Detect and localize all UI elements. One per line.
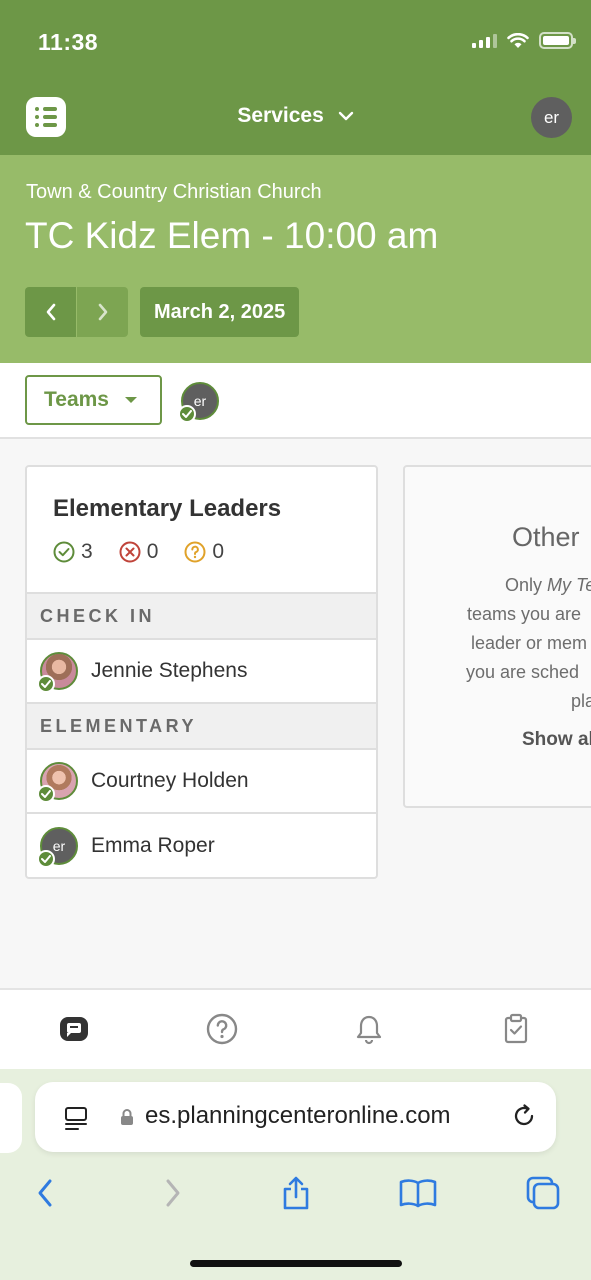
teams-content: Elementary Leaders 3 0 0 CHECK IN Jennie… <box>0 441 591 988</box>
person-avatar <box>37 652 78 693</box>
team-name: Elementary Leaders <box>53 495 282 522</box>
url-text: es.planningcenteronline.com <box>145 1102 451 1129</box>
organization-name: Town & Country Christian Church <box>26 181 322 203</box>
home-indicator <box>190 1260 402 1267</box>
declined-count-value: 0 <box>146 540 159 563</box>
share-button[interactable] <box>276 1173 316 1213</box>
person-name: Jennie Stephens <box>91 659 248 682</box>
page-menu-icon[interactable] <box>62 1104 90 1132</box>
confirmed-count-value: 3 <box>81 540 93 563</box>
confirmed-badge-icon <box>37 850 55 868</box>
lock-icon <box>121 1109 133 1125</box>
person-row[interactable]: er Emma Roper <box>27 814 376 877</box>
tabs-icon <box>526 1176 560 1210</box>
description-line: you are sched <box>466 662 580 682</box>
person-name: Emma Roper <box>91 834 215 857</box>
chevron-down-icon <box>338 112 353 121</box>
chevron-right-icon <box>166 1179 180 1207</box>
share-icon <box>283 1176 309 1210</box>
plan-date-button[interactable]: March 2, 2025 <box>140 287 300 337</box>
pending-count: 0 <box>184 540 224 564</box>
browser-toolbar: es.planningcenteronline.com <box>0 1069 591 1280</box>
description-line: leader or mem <box>471 633 588 653</box>
cellular-signal-icon <box>472 33 497 48</box>
plan-title: TC Kidz Elem - 10:00 am <box>25 215 439 256</box>
status-counts: 3 0 0 <box>53 540 376 564</box>
bottom-tab-bar <box>0 988 591 1069</box>
person-row[interactable]: Jennie Stephens <box>27 640 376 704</box>
filter-user-avatar[interactable]: er <box>178 382 219 423</box>
browser-back-button[interactable] <box>25 1173 65 1213</box>
reload-icon[interactable] <box>510 1102 538 1130</box>
person-name: Courtney Holden <box>91 769 249 792</box>
pending-count-value: 0 <box>212 540 225 563</box>
filter-row: Teams er <box>0 363 591 439</box>
chevron-left-icon <box>46 303 55 321</box>
check-circle-icon <box>53 541 75 563</box>
teams-filter-dropdown[interactable]: Teams <box>25 375 162 425</box>
declined-count: 0 <box>119 540 159 564</box>
chevron-left-icon <box>38 1179 52 1207</box>
bell-icon <box>356 1015 382 1045</box>
caret-down-icon <box>124 397 137 403</box>
book-icon <box>399 1179 437 1208</box>
x-circle-icon <box>119 541 141 563</box>
browser-forward-button[interactable] <box>153 1173 193 1213</box>
other-teams-card: Other Only My Teams teams you are leader… <box>403 465 591 808</box>
previous-tab-peek[interactable] <box>0 1083 22 1153</box>
position-header-elementary: ELEMENTARY <box>27 704 376 750</box>
position-header-check-in: CHECK IN <box>27 594 376 640</box>
person-avatar <box>37 762 78 803</box>
app-switcher[interactable]: Services <box>0 104 591 128</box>
person-row[interactable]: Courtney Holden <box>27 750 376 814</box>
plan-nav <box>25 287 128 337</box>
clipboard-check-icon <box>504 1013 528 1044</box>
other-teams-title: Other <box>512 522 580 552</box>
confirmed-badge-icon <box>37 675 55 693</box>
status-icons <box>472 32 576 49</box>
check-badge-icon <box>178 405 196 423</box>
person-avatar: er <box>37 827 78 868</box>
status-time: 11:38 <box>38 29 99 55</box>
confirmed-count: 3 <box>53 540 93 564</box>
description-line: teams you are <box>467 604 582 624</box>
question-circle-icon <box>206 1013 238 1045</box>
address-bar[interactable]: es.planningcenteronline.com <box>35 1082 556 1152</box>
previous-plan-button[interactable] <box>25 287 76 337</box>
confirmed-badge-icon <box>37 785 55 803</box>
tasks-tab[interactable] <box>499 1012 533 1046</box>
team-card: Elementary Leaders 3 0 0 CHECK IN Jennie… <box>25 465 378 879</box>
notifications-tab[interactable] <box>352 1012 386 1046</box>
other-teams-description: Only My Teams teams you are leader or me… <box>405 571 591 716</box>
app-title: Services <box>237 104 324 127</box>
question-circle-icon <box>184 541 206 563</box>
teams-filter-label: Teams <box>44 388 109 411</box>
user-avatar[interactable]: er <box>531 97 572 138</box>
services-logo-icon <box>60 1017 88 1041</box>
bookmarks-button[interactable] <box>398 1173 438 1213</box>
tabs-button[interactable] <box>523 1173 563 1213</box>
battery-icon <box>539 32 576 49</box>
wifi-icon <box>507 32 529 48</box>
description-line: Only My Teams <box>505 575 591 595</box>
show-all-teams-button[interactable]: Show al <box>522 729 591 751</box>
next-plan-button[interactable] <box>77 287 128 337</box>
plan-header: Town & Country Christian Church TC Kidz … <box>0 155 591 363</box>
chevron-right-icon <box>98 303 107 321</box>
app-top-bar: 11:38 Services er <box>0 0 591 155</box>
help-tab[interactable] <box>205 1012 239 1046</box>
services-tab[interactable] <box>57 1012 91 1046</box>
team-card-header: Elementary Leaders 3 0 0 <box>27 467 376 594</box>
description-line: pla <box>571 691 591 711</box>
